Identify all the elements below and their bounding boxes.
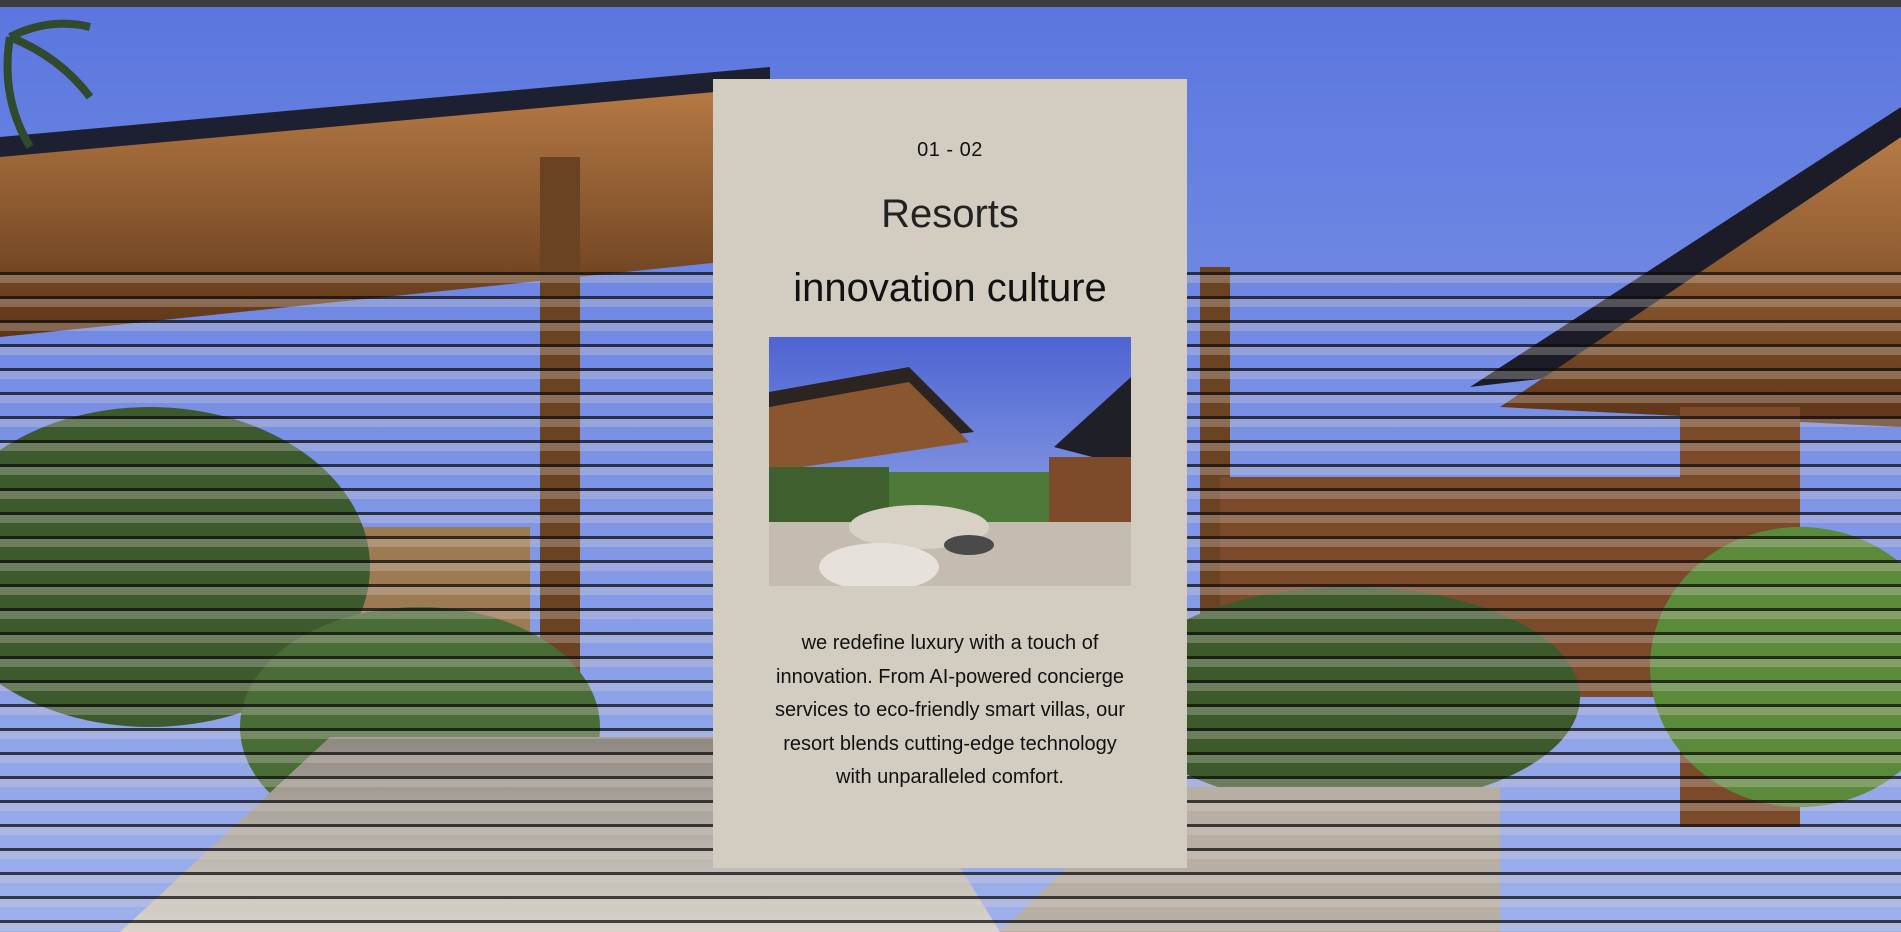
slide-thumbnail-image (769, 337, 1131, 586)
slide-card: 01 - 02 Resorts innovation culture we re… (713, 79, 1187, 868)
slide-headline: innovation culture (793, 266, 1107, 310)
slide-description: we redefine luxury with a touch of innov… (774, 632, 1126, 788)
top-browser-strip (0, 0, 1901, 7)
slide-category: Resorts (881, 192, 1019, 236)
slide-counter: 01 - 02 (917, 139, 983, 161)
